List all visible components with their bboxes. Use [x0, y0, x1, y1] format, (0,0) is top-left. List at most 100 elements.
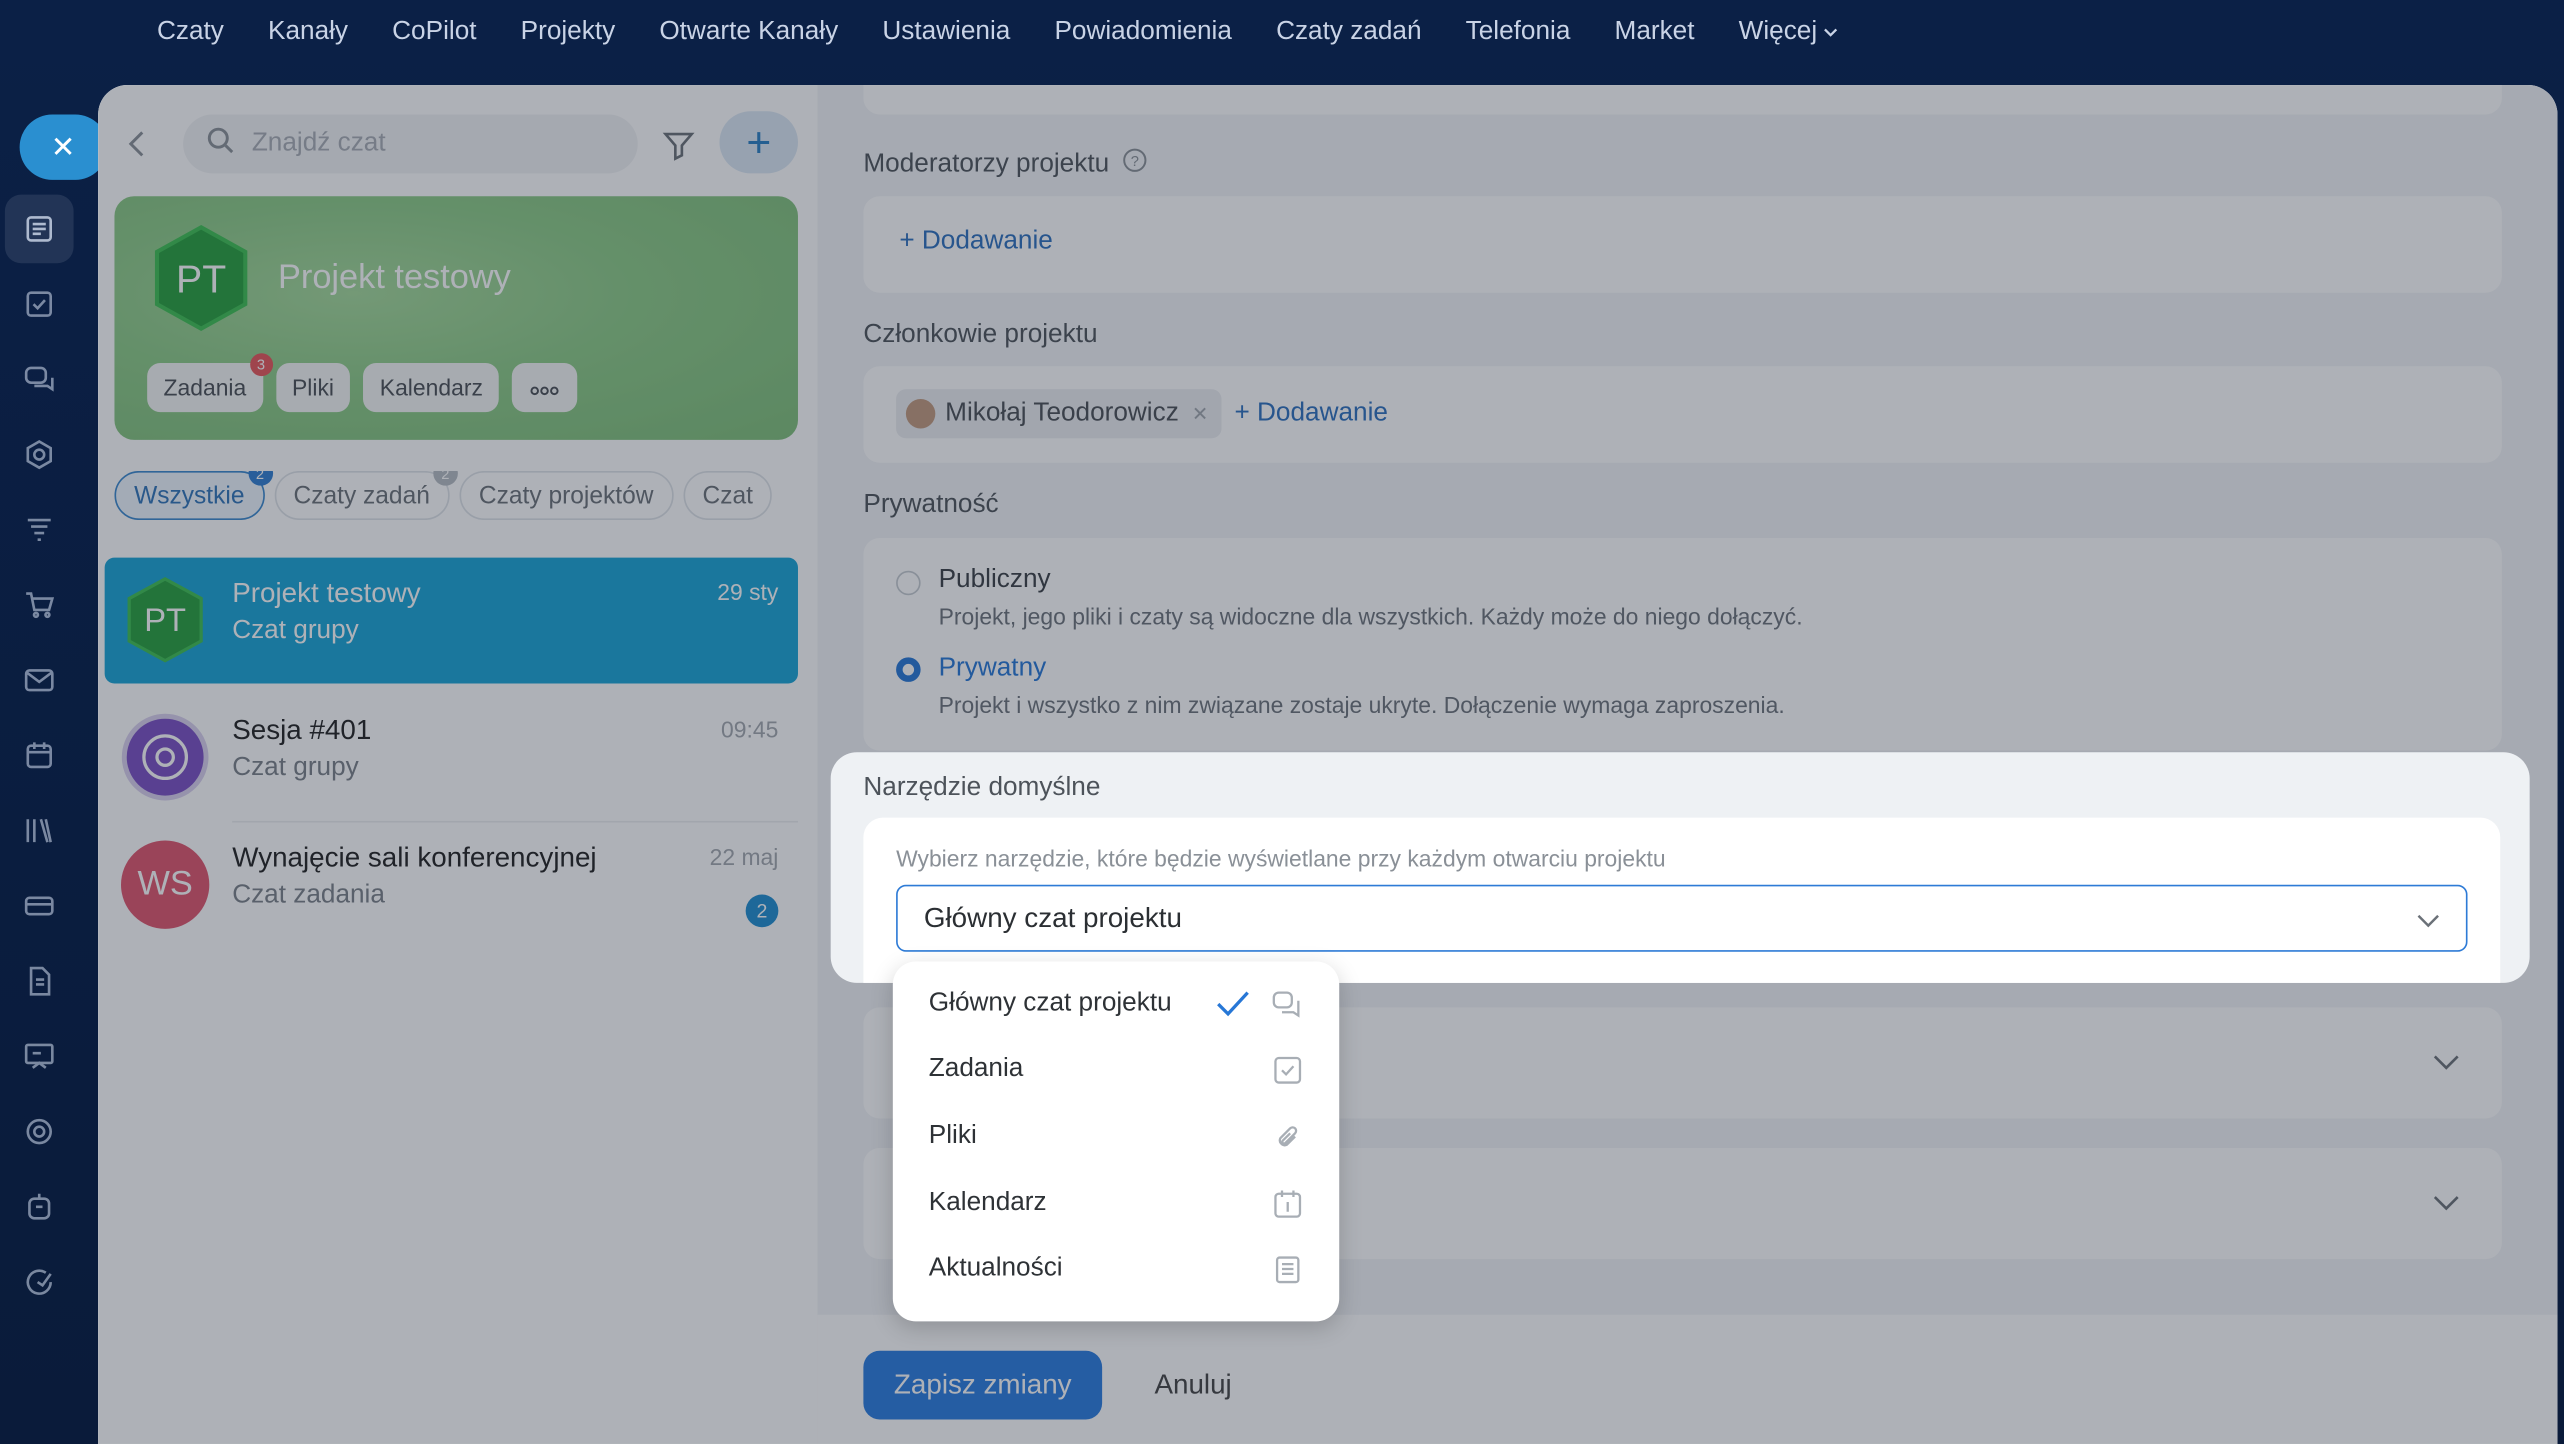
default-tool-box: Wybierz narzędzie, które będzie wyświetl… — [863, 817, 2501, 983]
chat-time: 22 maj — [709, 843, 779, 870]
tab-all[interactable]: Wszystkie 2 — [114, 470, 273, 521]
chevron-down-icon — [1824, 24, 1839, 42]
tab-task-chats[interactable]: Czaty zadań 2 — [273, 470, 458, 521]
save-button[interactable]: Zapisz zmiany — [863, 1350, 1103, 1420]
add-chat-button[interactable]: + — [719, 111, 798, 174]
nav-item-powiadomienia[interactable]: Powiadomienia — [1054, 18, 1231, 47]
nav-item-market[interactable]: Market — [1615, 18, 1695, 47]
nav-item-projekty[interactable]: Projekty — [521, 18, 616, 47]
dropdown-option-calendar[interactable]: Kalendarz — [893, 1171, 1339, 1236]
chat-subtitle: Czat zadania — [232, 881, 385, 910]
nav-item-copilot[interactable]: CoPilot — [392, 18, 476, 47]
project-chip-more[interactable] — [512, 363, 578, 413]
tab-project-chats[interactable]: Czaty projektów — [459, 470, 674, 521]
tab-label: Wszystkie — [134, 481, 245, 510]
chevron-down-icon — [2433, 1190, 2459, 1219]
default-tool-section: Narzędzie domyślne Wybierz narzędzie, kt… — [830, 752, 2530, 983]
option-label: Aktualności — [928, 1254, 1063, 1283]
nav-item-otwarte-kanaly[interactable]: Otwarte Kanały — [659, 18, 838, 47]
tab-more-chats[interactable]: Czat — [682, 470, 773, 521]
nav-item-ustawienia[interactable]: Ustawienia — [882, 18, 1010, 47]
robot-icon[interactable] — [20, 1187, 59, 1226]
avatar — [905, 399, 936, 429]
member-chip[interactable]: Mikołaj Teodorowicz ✕ — [896, 389, 1222, 439]
tasks-icon[interactable] — [20, 285, 59, 324]
chat-subtitle: Czat grupy — [232, 753, 359, 782]
nav-item-kanaly[interactable]: Kanały — [268, 18, 348, 47]
document-icon[interactable] — [20, 962, 59, 1001]
back-arrow-icon[interactable] — [121, 128, 154, 161]
private-option-title[interactable]: Prywatny — [939, 654, 1047, 683]
chat-list-item[interactable]: PT Projekt testowy Czat grupy 29 sty — [104, 557, 798, 684]
more-dots-icon — [530, 374, 560, 400]
privacy-label: Prywatność — [863, 490, 999, 519]
top-navigation: Czaty Kanały CoPilot Projekty Otwarte Ka… — [0, 0, 2564, 65]
radio-public[interactable] — [896, 570, 921, 596]
card-icon[interactable] — [20, 886, 59, 925]
shield-icon[interactable] — [20, 1112, 59, 1151]
project-chip-tasks[interactable]: Zadania 3 — [147, 353, 273, 413]
left-rail: ✕ — [0, 85, 108, 1444]
cart-icon[interactable] — [20, 585, 59, 624]
knowledge-base-icon[interactable] — [20, 811, 59, 850]
search-input[interactable] — [251, 129, 612, 159]
public-option-description: Projekt, jego pliki i czaty są widoczne … — [938, 603, 1803, 630]
plus-icon: + — [746, 116, 772, 166]
feed-icon[interactable] — [4, 194, 74, 264]
crm-icon[interactable] — [20, 435, 59, 474]
tab-badge: 2 — [247, 470, 273, 486]
option-label: Kalendarz — [928, 1188, 1047, 1217]
filter-icon[interactable] — [661, 128, 697, 164]
project-chip-calendar[interactable]: Kalendarz — [363, 363, 500, 413]
nav-item-czaty-zadan[interactable]: Czaty zadań — [1276, 18, 1421, 47]
search-box[interactable] — [183, 114, 638, 174]
members-box: Mikołaj Teodorowicz ✕ + Dodawanie — [863, 366, 2502, 463]
tab-label: Czaty zadań — [293, 481, 430, 510]
close-button[interactable]: ✕ — [19, 114, 108, 180]
chat-avatar-initials: PT — [144, 601, 186, 638]
calendar-icon[interactable] — [20, 736, 59, 775]
default-tool-hint: Wybierz narzędzie, które będzie wyświetl… — [896, 845, 1666, 872]
chat-list-item[interactable]: Sesja #401 Czat grupy 09:45 — [105, 695, 798, 821]
remove-member-icon[interactable]: ✕ — [1192, 402, 1208, 425]
add-moderator-link[interactable]: + Dodawanie — [899, 227, 1052, 256]
public-option-title[interactable]: Publiczny — [939, 566, 1051, 595]
dropdown-option-tasks[interactable]: Zadania — [893, 1037, 1339, 1102]
dropdown-option-news[interactable]: Aktualności — [893, 1236, 1339, 1301]
chat-name: Projekt testowy — [232, 577, 421, 609]
nav-item-telefonia[interactable]: Telefonia — [1466, 18, 1571, 47]
project-quick-links: Zadania 3 Pliki Kalendarz — [147, 353, 578, 413]
chat-avatar — [121, 713, 209, 801]
cancel-button[interactable]: Anuluj — [1154, 1351, 1231, 1420]
nav-item-czaty[interactable]: Czaty — [157, 18, 224, 47]
help-icon[interactable]: ? — [1122, 147, 1148, 181]
add-member-link[interactable]: + Dodawanie — [1234, 399, 1387, 428]
settings-icon[interactable] — [20, 1262, 59, 1301]
chevron-down-icon — [2433, 1050, 2459, 1079]
task-checkbox-icon — [1272, 1055, 1303, 1086]
chat-filter-tabs: Wszystkie 2 Czaty zadań 2 Czaty projektó… — [114, 470, 801, 521]
calendar-icon — [1272, 1189, 1303, 1220]
save-bar: Zapisz zmiany Anuluj — [817, 1314, 2558, 1444]
dropdown-option-files[interactable]: Pliki — [893, 1104, 1339, 1169]
mail-icon[interactable] — [20, 661, 59, 700]
members-label: Członkowie projektu — [863, 320, 1098, 349]
tab-label: Czaty projektów — [478, 481, 654, 510]
project-chip-files[interactable]: Pliki — [275, 363, 351, 413]
svg-text:?: ? — [1131, 154, 1139, 170]
default-tool-dropdown: Główny czat projektu Zadania Pliki Kalen… — [892, 961, 1340, 1322]
project-avatar[interactable]: PT — [147, 224, 255, 332]
funnel-icon[interactable] — [20, 510, 59, 549]
presentation-icon[interactable] — [20, 1037, 59, 1076]
chat-avatar: PT — [121, 576, 209, 664]
chat-list-item[interactable]: WS Wynajęcie sali konferencyjnej Czat za… — [105, 823, 798, 949]
nav-more-menu[interactable]: Więcej — [1739, 18, 1839, 47]
messenger-icon[interactable] — [20, 360, 59, 399]
paperclip-icon — [1272, 1122, 1303, 1153]
chevron-down-icon — [2417, 908, 2440, 931]
default-tool-select[interactable]: Główny czat projektu — [896, 884, 2468, 952]
chip-label: Kalendarz — [379, 374, 483, 401]
dropdown-option-main-chat[interactable]: Główny czat projektu — [893, 971, 1339, 1036]
close-icon: ✕ — [50, 130, 76, 163]
radio-private[interactable] — [896, 657, 921, 682]
